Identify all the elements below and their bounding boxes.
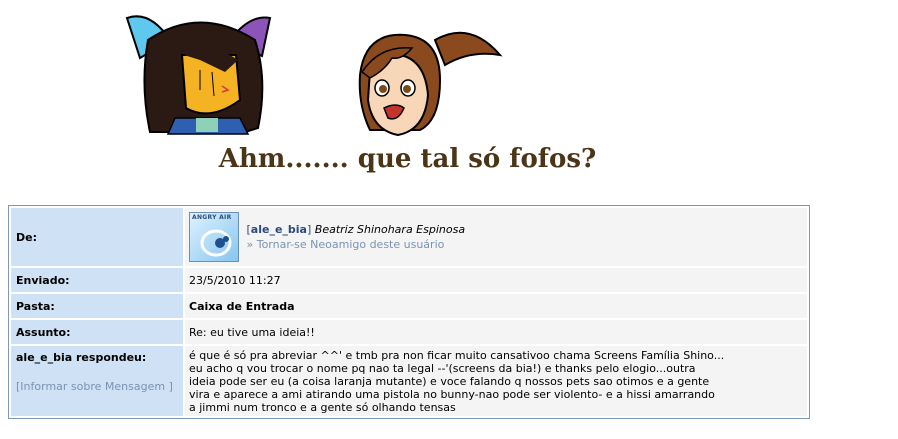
row-sent: Enviado: 23/5/2010 11:27 — [11, 268, 807, 292]
body-line: a jimmi num tronco e a gente só olhando … — [189, 401, 456, 414]
row-from: De: ANGRY AIR [ale_e_bia] Beatriz Shinoh… — [11, 208, 807, 266]
report-message-link[interactable]: [Informar sobre Mensagem ] — [16, 380, 182, 393]
bracket-close: ] — [306, 223, 312, 236]
body-line: eu acho q vou trocar o nome pq nao ta le… — [189, 362, 696, 375]
body-line: vira e aparece a ami atirando uma pistol… — [189, 388, 715, 401]
sender-info: [ale_e_bia] Beatriz Shinohara Espinosa »… — [247, 222, 466, 252]
add-neoamigo-link[interactable]: » Tornar-se Neoamigo deste usuário — [247, 238, 445, 251]
row-subject: Assunto: Re: eu tive uma ideia!! — [11, 320, 807, 344]
subject-label: Assunto: — [11, 320, 183, 344]
replied-label-cell: ale_e_bia respondeu: [Informar sobre Men… — [11, 346, 183, 416]
body-line: é que é só pra abreviar ^^' e tmb pra no… — [189, 349, 725, 362]
brown-hair-girl-drawing — [358, 31, 503, 137]
folder-value: Caixa de Entrada — [185, 294, 807, 318]
message-details-table: De: ANGRY AIR [ale_e_bia] Beatriz Shinoh… — [8, 205, 810, 419]
message-body: é que é só pra abreviar ^^' e tmb pra no… — [185, 346, 807, 416]
page-caption: Ahm....... que tal só fofos? — [218, 144, 597, 174]
from-value: ANGRY AIR [ale_e_bia] Beatriz Shinohara … — [185, 208, 807, 266]
sender-full-name: Beatriz Shinohara Espinosa — [314, 223, 466, 236]
character-drawings — [125, 15, 503, 137]
subject-value: Re: eu tive uma ideia!! — [185, 320, 807, 344]
from-label: De: — [11, 208, 183, 266]
body-line: ideia pode ser eu (a coisa laranja mutan… — [189, 375, 710, 388]
row-message-body: ale_e_bia respondeu: [Informar sobre Men… — [11, 346, 807, 416]
sender-username-link[interactable]: ale_e_bia — [251, 223, 307, 236]
replied-label: ale_e_bia respondeu: — [16, 351, 147, 364]
folder-label: Pasta: — [11, 294, 183, 318]
cat-girl-drawing — [125, 15, 272, 135]
row-folder: Pasta: Caixa de Entrada — [11, 294, 807, 318]
sent-label: Enviado: — [11, 268, 183, 292]
user-avatar[interactable]: ANGRY AIR — [189, 212, 239, 262]
sent-value: 23/5/2010 11:27 — [185, 268, 807, 292]
avatar-art-icon — [200, 229, 232, 257]
